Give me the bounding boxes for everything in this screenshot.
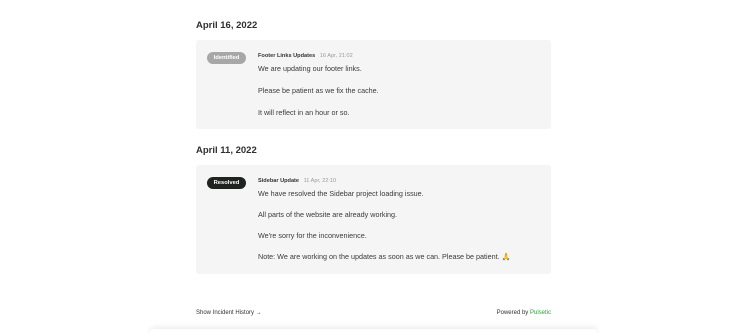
- update-message: We have resolved the Sidebar project loa…: [258, 189, 424, 198]
- incident-body: Footer Links Updates 16 Apr, 21:02 We ar…: [258, 51, 541, 118]
- update-message: We are updating our footer links.: [258, 64, 362, 73]
- incident-card: Identified Footer Links Updates 16 Apr, …: [196, 40, 551, 129]
- update-header: Sidebar Update 11 Apr, 22:10: [258, 176, 541, 186]
- show-incident-history-link[interactable]: Show Incident History →: [196, 310, 262, 316]
- status-badge-identified: Identified: [207, 52, 246, 64]
- update-message: It will reflect in an hour or so.: [258, 108, 350, 117]
- incident-date-heading: April 11, 2022: [196, 145, 257, 156]
- update-message: Note: We are working on the updates as s…: [258, 252, 511, 261]
- update-message: We're sorry for the inconvenience.: [258, 231, 367, 240]
- incident-date-heading: April 16, 2022: [196, 20, 258, 31]
- update-title: Footer Links Updates: [258, 53, 316, 59]
- pulsetic-brand-link[interactable]: Pulsetic: [530, 310, 551, 316]
- update-message: Please be patient as we fix the cache.: [258, 86, 379, 95]
- update-timestamp: 16 Apr, 21:02: [319, 53, 353, 59]
- update-title: Sidebar Update: [258, 178, 300, 184]
- incident-card: Resolved Sidebar Update 11 Apr, 22:10 We…: [196, 165, 551, 274]
- powered-by: Powered by Pulsetic: [497, 310, 551, 316]
- status-badge-resolved: Resolved: [207, 177, 246, 189]
- incident-body: Sidebar Update 11 Apr, 22:10 We have res…: [258, 176, 541, 262]
- bottom-panel-edge: [150, 329, 597, 334]
- update-timestamp: 11 Apr, 22:10: [303, 178, 337, 184]
- update-message: All parts of the website are already wor…: [258, 210, 398, 219]
- update-header: Footer Links Updates 16 Apr, 21:02: [258, 51, 541, 61]
- powered-by-label: Powered by: [496, 310, 529, 316]
- status-page: April 16, 2022 Identified Footer Links U…: [0, 0, 747, 334]
